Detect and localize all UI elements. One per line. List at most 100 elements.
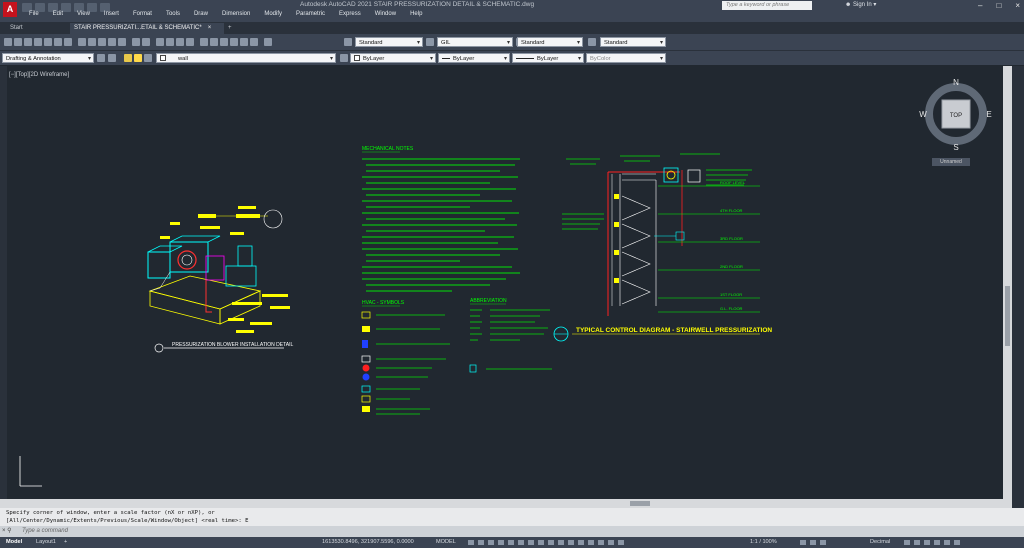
viewcube-top-face[interactable]: TOP — [950, 113, 962, 119]
minimize-icon[interactable]: – — [978, 1, 982, 10]
copy-icon[interactable] — [88, 38, 96, 46]
menu-edit[interactable]: Edit — [46, 11, 70, 17]
vertical-scroll-thumb[interactable] — [1005, 286, 1010, 346]
object-snap-icon[interactable] — [528, 540, 534, 545]
horizontal-scroll-thumb[interactable] — [630, 501, 650, 506]
selection-cycling-icon[interactable] — [558, 540, 564, 545]
annotation-scale[interactable]: 1:1 / 100% — [750, 537, 777, 548]
annotation-visibility-icon[interactable] — [608, 540, 614, 545]
block-editor-icon[interactable] — [118, 38, 126, 46]
menu-draw[interactable]: Draw — [187, 11, 215, 17]
polar-icon[interactable] — [498, 540, 504, 545]
tool-palettes-icon[interactable] — [220, 38, 228, 46]
viewcube-east-label[interactable]: E — [986, 110, 991, 119]
app-logo-icon[interactable]: A — [3, 2, 17, 17]
new-icon[interactable] — [4, 38, 12, 46]
sign-in-button[interactable]: ☻ Sign In ▾ — [845, 1, 876, 8]
workspace-settings-icon[interactable] — [97, 54, 105, 62]
annotation-monitor-icon[interactable] — [810, 540, 816, 545]
selection-filter-icon[interactable] — [588, 540, 594, 545]
tab-drawing[interactable]: STAIR PRESSURIZATI...ETAIL & SCHEMATIC* × — [70, 23, 224, 34]
3d-osnap-icon[interactable] — [568, 540, 574, 545]
object-snap-tracking-icon[interactable] — [518, 540, 524, 545]
3d-print-icon[interactable] — [64, 38, 72, 46]
maximize-icon[interactable]: □ — [996, 1, 1001, 10]
horizontal-scrollbar[interactable] — [0, 499, 1012, 508]
menu-parametric[interactable]: Parametric — [289, 11, 332, 17]
isodraft-icon[interactable] — [508, 540, 514, 545]
model-tab[interactable]: Model — [6, 537, 22, 548]
command-line-close-icon[interactable]: × ⚲ — [2, 527, 12, 534]
mleader-style-dropdown[interactable]: Standard — [600, 37, 666, 47]
design-center-icon[interactable] — [210, 38, 218, 46]
menu-modify[interactable]: Modify — [257, 11, 289, 17]
menu-dimension[interactable]: Dimension — [215, 11, 257, 17]
layout1-tab[interactable]: Layout1 — [36, 537, 56, 548]
layer-freeze-icon[interactable] — [134, 54, 142, 62]
linetype-dropdown[interactable]: ByLayer — [438, 53, 510, 63]
close-icon[interactable]: × — [1015, 1, 1020, 10]
units-display[interactable]: Decimal — [870, 537, 890, 548]
dim-style-dropdown[interactable]: GIL — [437, 37, 513, 47]
menu-help[interactable]: Help — [403, 11, 429, 17]
ortho-icon[interactable] — [488, 540, 494, 545]
clean-screen-icon[interactable] — [944, 540, 950, 545]
workspace-dropdown[interactable]: Drafting & Annotation — [2, 53, 94, 63]
viewcube-north-label[interactable]: N — [953, 78, 959, 87]
menu-view[interactable]: View — [70, 11, 97, 17]
zoom-window-icon[interactable] — [176, 38, 184, 46]
drawing-canvas[interactable]: PRESSURIZATION BLOWER INSTALLATION DETAI… — [0, 66, 1003, 499]
make-current-layer-icon[interactable] — [340, 54, 348, 62]
redo-icon[interactable] — [142, 38, 150, 46]
new-tab-button[interactable]: + — [224, 23, 236, 34]
open-icon[interactable] — [14, 38, 22, 46]
table-style-dropdown[interactable]: Standard — [517, 37, 583, 47]
dynamic-ucs-icon[interactable] — [578, 540, 584, 545]
menu-insert[interactable]: Insert — [97, 11, 126, 17]
vertical-scrollbar[interactable] — [1003, 66, 1012, 499]
model-space-toggle[interactable]: MODEL — [436, 537, 456, 548]
markup-icon[interactable] — [240, 38, 248, 46]
units-icon[interactable] — [820, 540, 826, 545]
plot-icon[interactable] — [34, 38, 42, 46]
customization-icon[interactable] — [954, 540, 960, 545]
menu-express[interactable]: Express — [332, 11, 368, 17]
quickcalc-icon[interactable] — [250, 38, 258, 46]
text-style-dropdown[interactable]: Standard — [355, 37, 423, 47]
snap-icon[interactable] — [478, 540, 484, 545]
layer-properties-icon[interactable] — [108, 54, 116, 62]
zoom-previous-icon[interactable] — [186, 38, 194, 46]
transparency-icon[interactable] — [548, 540, 554, 545]
menu-tools[interactable]: Tools — [159, 11, 187, 17]
auto-scale-icon[interactable] — [618, 540, 624, 545]
gizmo-icon[interactable] — [598, 540, 604, 545]
paste-icon[interactable] — [98, 38, 106, 46]
save-icon[interactable] — [24, 38, 32, 46]
menu-format[interactable]: Format — [126, 11, 159, 17]
pan-icon[interactable] — [156, 38, 164, 46]
workspace-switch-icon[interactable] — [800, 540, 806, 545]
color-dropdown[interactable]: ByLayer — [350, 53, 436, 63]
grid-icon[interactable] — [468, 540, 474, 545]
layer-on-icon[interactable] — [124, 54, 132, 62]
help-icon[interactable] — [264, 38, 272, 46]
preview-icon[interactable] — [44, 38, 52, 46]
viewcube-south-label[interactable]: S — [953, 143, 958, 152]
match-properties-icon[interactable] — [108, 38, 116, 46]
command-line[interactable]: × ⚲ Type a command — [0, 526, 1024, 537]
layer-lock-icon[interactable] — [144, 54, 152, 62]
add-layout-button[interactable]: + — [64, 537, 67, 548]
help-search-input[interactable]: Type a keyword or phrase — [722, 1, 812, 10]
layer-dropdown[interactable]: wall — [156, 53, 336, 63]
plotstyle-dropdown[interactable]: ByColor — [586, 53, 666, 63]
menu-file[interactable]: File — [22, 11, 46, 17]
lineweight-icon[interactable] — [538, 540, 544, 545]
graphics-performance-icon[interactable] — [934, 540, 940, 545]
quick-properties-icon[interactable] — [904, 540, 910, 545]
close-tab-icon[interactable]: × — [208, 25, 212, 31]
ucs-menu-button[interactable]: Unnamed — [932, 158, 970, 166]
cut-icon[interactable] — [78, 38, 86, 46]
undo-icon[interactable] — [132, 38, 140, 46]
publish-icon[interactable] — [54, 38, 62, 46]
viewport-controls[interactable]: [−][Top][2D Wireframe] — [9, 72, 69, 78]
